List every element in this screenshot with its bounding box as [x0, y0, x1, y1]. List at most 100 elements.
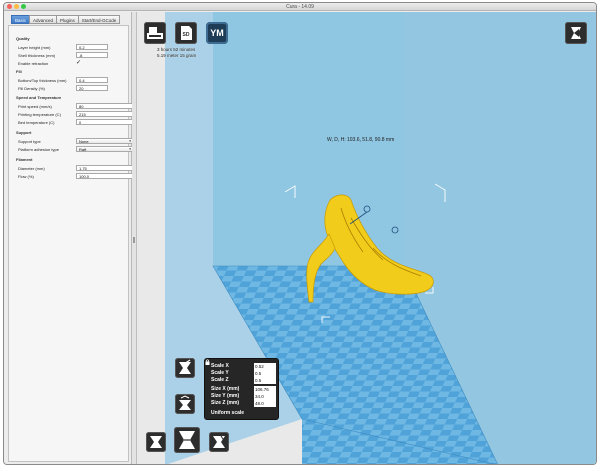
scale-icon	[179, 359, 191, 374]
svg-text:SD: SD	[183, 32, 190, 38]
size-z-label: Size Z (mm)	[211, 400, 240, 406]
flow-input[interactable]: 100.0	[76, 173, 133, 179]
size-x-label: Size X (mm)	[211, 386, 240, 392]
retraction-checkbox[interactable]: ✓	[76, 60, 81, 66]
rotate-icon	[150, 436, 162, 448]
retraction-row: Enable retraction ✓	[18, 60, 130, 67]
mirror-tool-button[interactable]	[175, 394, 195, 414]
support-type-label: Support type	[18, 139, 41, 144]
print-speed-row: Print speed (mm/s) 80	[18, 103, 133, 110]
support-type-select[interactable]: None ▾	[76, 138, 133, 144]
shell-thickness-row: Shell thickness (mm) .8	[18, 52, 130, 59]
print-temp-input[interactable]: 215	[76, 111, 133, 117]
lay-flat-button[interactable]	[174, 427, 200, 453]
diameter-label: Diameter (mm)	[18, 166, 45, 171]
uniform-scale-label: Uniform scale	[211, 410, 245, 416]
window-title: Cura - 14.09	[286, 4, 314, 10]
scale-tool-button[interactable]	[175, 358, 195, 378]
tab-advanced[interactable]: Advanced	[29, 15, 58, 24]
view-mode-button[interactable]	[565, 22, 587, 44]
load-model-button[interactable]	[144, 22, 166, 44]
adhesion-select[interactable]: Raft ▾	[76, 146, 133, 152]
scale-panel: Scale X 0.52 Scale Y 0.5 Scale Z 0.5 Size X…	[204, 358, 279, 420]
bottom-top-input[interactable]: 0.4	[76, 77, 108, 83]
size-y-input[interactable]: 34.0	[254, 393, 276, 400]
settings-panel: Basic Advanced Plugins Start/End-GCode Q…	[4, 12, 133, 464]
diameter-input[interactable]: 1.75	[76, 165, 133, 171]
reset-rotation-button[interactable]	[209, 432, 229, 452]
lock-icon[interactable]	[205, 359, 210, 365]
size-y-row: Size Y (mm) 34.0	[211, 393, 277, 400]
bed-temp-row: Bed temperature (C) 0	[18, 119, 133, 126]
section-support: Support	[16, 130, 32, 135]
sd-card-icon: SD	[181, 26, 192, 40]
tab-basic[interactable]: Basic	[11, 15, 31, 24]
lay-flat-icon	[179, 431, 195, 449]
load-model-icon	[147, 27, 163, 39]
model-dimensions: W, D, H: 103.6, 51.8, 90.8 mm	[327, 137, 395, 143]
scale-x-row: Scale X 0.52	[211, 363, 277, 370]
reset-icon	[213, 435, 226, 448]
support-type-value: None	[79, 139, 89, 144]
scale-y-label: Scale Y	[211, 370, 229, 376]
layer-height-label: Layer height (mm)	[18, 45, 51, 50]
mirror-icon	[179, 395, 191, 410]
layer-height-input[interactable]: 0.2	[76, 44, 108, 50]
uniform-scale-row[interactable]: Uniform scale	[211, 410, 277, 417]
size-z-row: Size Z (mm) 48.0	[211, 400, 277, 407]
tab-plugins[interactable]: Plugins	[56, 15, 79, 24]
tab-start-end-gcode[interactable]: Start/End-GCode	[77, 15, 121, 24]
flow-row: Flow (%) 100.0	[18, 173, 133, 180]
retraction-label: Enable retraction	[18, 61, 49, 66]
scale-z-row: Scale Z 0.5	[211, 377, 277, 384]
flow-label: Flow (%)	[18, 174, 34, 179]
youmagine-button[interactable]: YM	[206, 22, 228, 44]
adhesion-row: Platform adhesion type Raft ▾	[18, 146, 133, 153]
size-z-input[interactable]: 48.0	[254, 400, 276, 407]
bottom-top-label: Bottom/Top thickness (mm)	[18, 78, 67, 83]
splitter-grip-icon	[133, 237, 135, 243]
print-temp-label: Printing temperature (C)	[18, 112, 61, 117]
view-mode-icon	[571, 27, 581, 39]
section-speed: Speed and Temperature	[16, 95, 62, 100]
support-type-row: Support type None ▾	[18, 138, 133, 145]
bed-temp-label: Bed temperature (C)	[18, 120, 55, 125]
fill-density-row: Fill Density (%) 20	[18, 85, 130, 92]
layer-height-row: Layer height (mm) 0.2	[18, 44, 130, 51]
adhesion-label: Platform adhesion type	[18, 147, 59, 152]
shell-thickness-input[interactable]: .8	[76, 52, 108, 58]
cura-window: Cura - 14.09 Basic Advanced Plugins Star…	[3, 2, 597, 465]
size-y-label: Size Y (mm)	[211, 393, 240, 399]
scale-x-input[interactable]: 0.52	[254, 363, 276, 370]
bed-temp-input[interactable]: 0	[76, 119, 133, 125]
fill-density-label: Fill Density (%)	[18, 86, 45, 91]
settings-tabs: Basic Advanced Plugins Start/End-GCode	[11, 15, 121, 25]
section-fill: Fill	[16, 69, 22, 74]
scale-z-label: Scale Z	[211, 377, 229, 383]
print-temp-row: Printing temperature (C) 215	[18, 111, 133, 118]
size-x-input[interactable]: 106.76	[254, 386, 276, 393]
print-time: 3 hours 52 minutes	[157, 47, 196, 52]
scale-y-row: Scale Y 0.5	[211, 370, 277, 377]
scale-x-label: Scale X	[211, 363, 229, 369]
title-bar: Cura - 14.09	[4, 3, 596, 11]
chevron-down-icon: ▾	[129, 139, 131, 143]
print-speed-input[interactable]: 80	[76, 103, 133, 109]
filament-used: 5.19 meter 15 gram	[157, 53, 197, 58]
3d-viewport[interactable]: SD YM 3 hours 52 minutes 5.19 meter 15 g…	[137, 12, 596, 464]
size-x-row: Size X (mm) 106.76	[211, 386, 277, 393]
adhesion-value: Raft	[79, 147, 87, 152]
scale-z-input[interactable]: 0.5	[254, 377, 276, 384]
diameter-row: Diameter (mm) 1.75	[18, 165, 133, 172]
fill-density-input[interactable]: 20	[76, 85, 108, 91]
shell-thickness-label: Shell thickness (mm)	[18, 53, 56, 58]
section-quality: Quality	[16, 36, 30, 41]
save-to-sd-button[interactable]: SD	[175, 22, 197, 44]
rotate-tool-button[interactable]	[146, 432, 166, 452]
section-filament: Filament	[16, 157, 33, 162]
chevron-down-icon: ▾	[129, 147, 131, 151]
print-speed-label: Print speed (mm/s)	[18, 104, 52, 109]
bottom-top-row: Bottom/Top thickness (mm) 0.4	[18, 77, 130, 84]
scale-y-input[interactable]: 0.5	[254, 370, 276, 377]
basic-settings: Quality Layer height (mm) 0.2 Shell thic…	[8, 25, 133, 462]
